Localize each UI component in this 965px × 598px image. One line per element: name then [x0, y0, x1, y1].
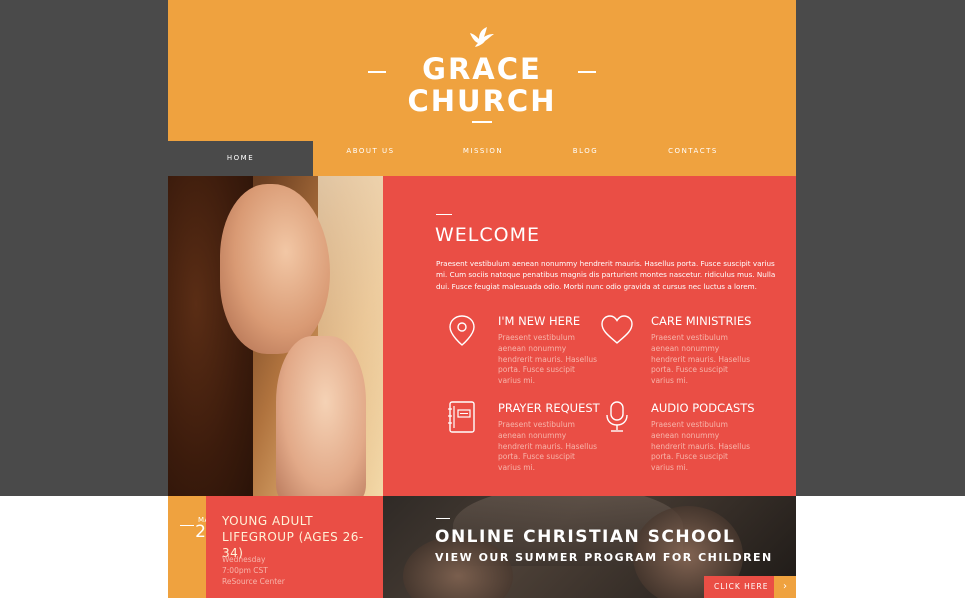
event-date-badge: MAY 25	[168, 496, 217, 598]
click-here-label: CLICK HERE	[714, 582, 769, 591]
nav-item-mission[interactable]: MISSION	[443, 134, 523, 169]
feature-title: I'M NEW HERE	[498, 314, 581, 328]
feature-audio-podcasts[interactable]: AUDIO PODCASTS Praesent vestibulum aenea…	[600, 400, 770, 472]
feature-text: Praesent vestibulum aenean nonummy hendr…	[651, 420, 750, 473]
welcome-text: Praesent vestibulum aenean nonummy hendr…	[436, 259, 776, 291]
site-logo[interactable]: GRACE CHURCH	[168, 26, 796, 123]
map-pin-icon	[449, 315, 475, 346]
dove-icon	[470, 27, 494, 47]
promo-divider	[436, 518, 450, 519]
chevron-right-icon: ›	[774, 576, 796, 598]
site-container: GRACE CHURCH HOME ABOUT US MISSION BLOG …	[168, 0, 796, 598]
main-nav: HOME ABOUT US MISSION BLOG CONTACTS	[168, 141, 796, 176]
event-location: ReSource Center	[222, 577, 285, 586]
logo-title-line1: GRACE	[366, 53, 598, 85]
hero-image-praying-woman	[168, 176, 383, 496]
event-card[interactable]: YOUNG ADULT LIFEGROUP (AGES 26-34) Wedne…	[206, 496, 383, 598]
nav-item-home[interactable]: HOME	[168, 141, 313, 176]
site-header: GRACE CHURCH HOME ABOUT US MISSION BLOG …	[168, 0, 796, 176]
nav-item-about-us[interactable]: ABOUT US	[328, 134, 413, 169]
click-here-button[interactable]: CLICK HERE ›	[704, 576, 796, 598]
feature-text: Praesent vestibulum aenean nonummy hendr…	[498, 333, 597, 386]
feature-title: PRAYER REQUEST	[498, 401, 600, 415]
online-school-promo: ONLINE CHRISTIAN SCHOOL VIEW OUR SUMMER …	[383, 496, 796, 598]
event-time: 7:00pm CST	[222, 566, 268, 575]
feature-text: Praesent vestibulum aenean nonummy hendr…	[651, 333, 750, 386]
nav-item-contacts[interactable]: CONTACTS	[648, 134, 738, 169]
promo-title: ONLINE CHRISTIAN SCHOOL	[435, 527, 736, 547]
hero-hands	[276, 336, 366, 496]
promo-subtitle: VIEW OUR SUMMER PROGRAM FOR CHILDREN	[435, 551, 773, 564]
microphone-icon	[606, 401, 628, 432]
feature-title: AUDIO PODCASTS	[651, 401, 755, 415]
feature-title: CARE MINISTRIES	[651, 314, 752, 328]
hero-face	[220, 184, 330, 354]
feature-care-ministries[interactable]: CARE MINISTRIES Praesent vestibulum aene…	[600, 313, 770, 385]
nav-item-blog[interactable]: BLOG	[548, 134, 623, 169]
welcome-section: WELCOME Praesent vestibulum aenean nonum…	[383, 176, 796, 496]
feature-prayer-request[interactable]: PRAYER REQUEST Praesent vestibulum aenea…	[445, 400, 615, 472]
logo-divider	[472, 121, 492, 123]
event-title: YOUNG ADULT LIFEGROUP (AGES 26-34)	[222, 514, 364, 560]
feature-new-here[interactable]: I'M NEW HERE Praesent vestibulum aenean …	[445, 313, 615, 385]
notebook-icon	[448, 401, 475, 433]
heart-icon	[601, 315, 633, 344]
welcome-divider	[436, 214, 452, 215]
event-weekday: Wednesday	[222, 555, 266, 564]
feature-text: Praesent vestibulum aenean nonummy hendr…	[498, 420, 597, 473]
welcome-title: WELCOME	[435, 224, 540, 246]
logo-title-line2: CHURCH	[407, 84, 557, 118]
